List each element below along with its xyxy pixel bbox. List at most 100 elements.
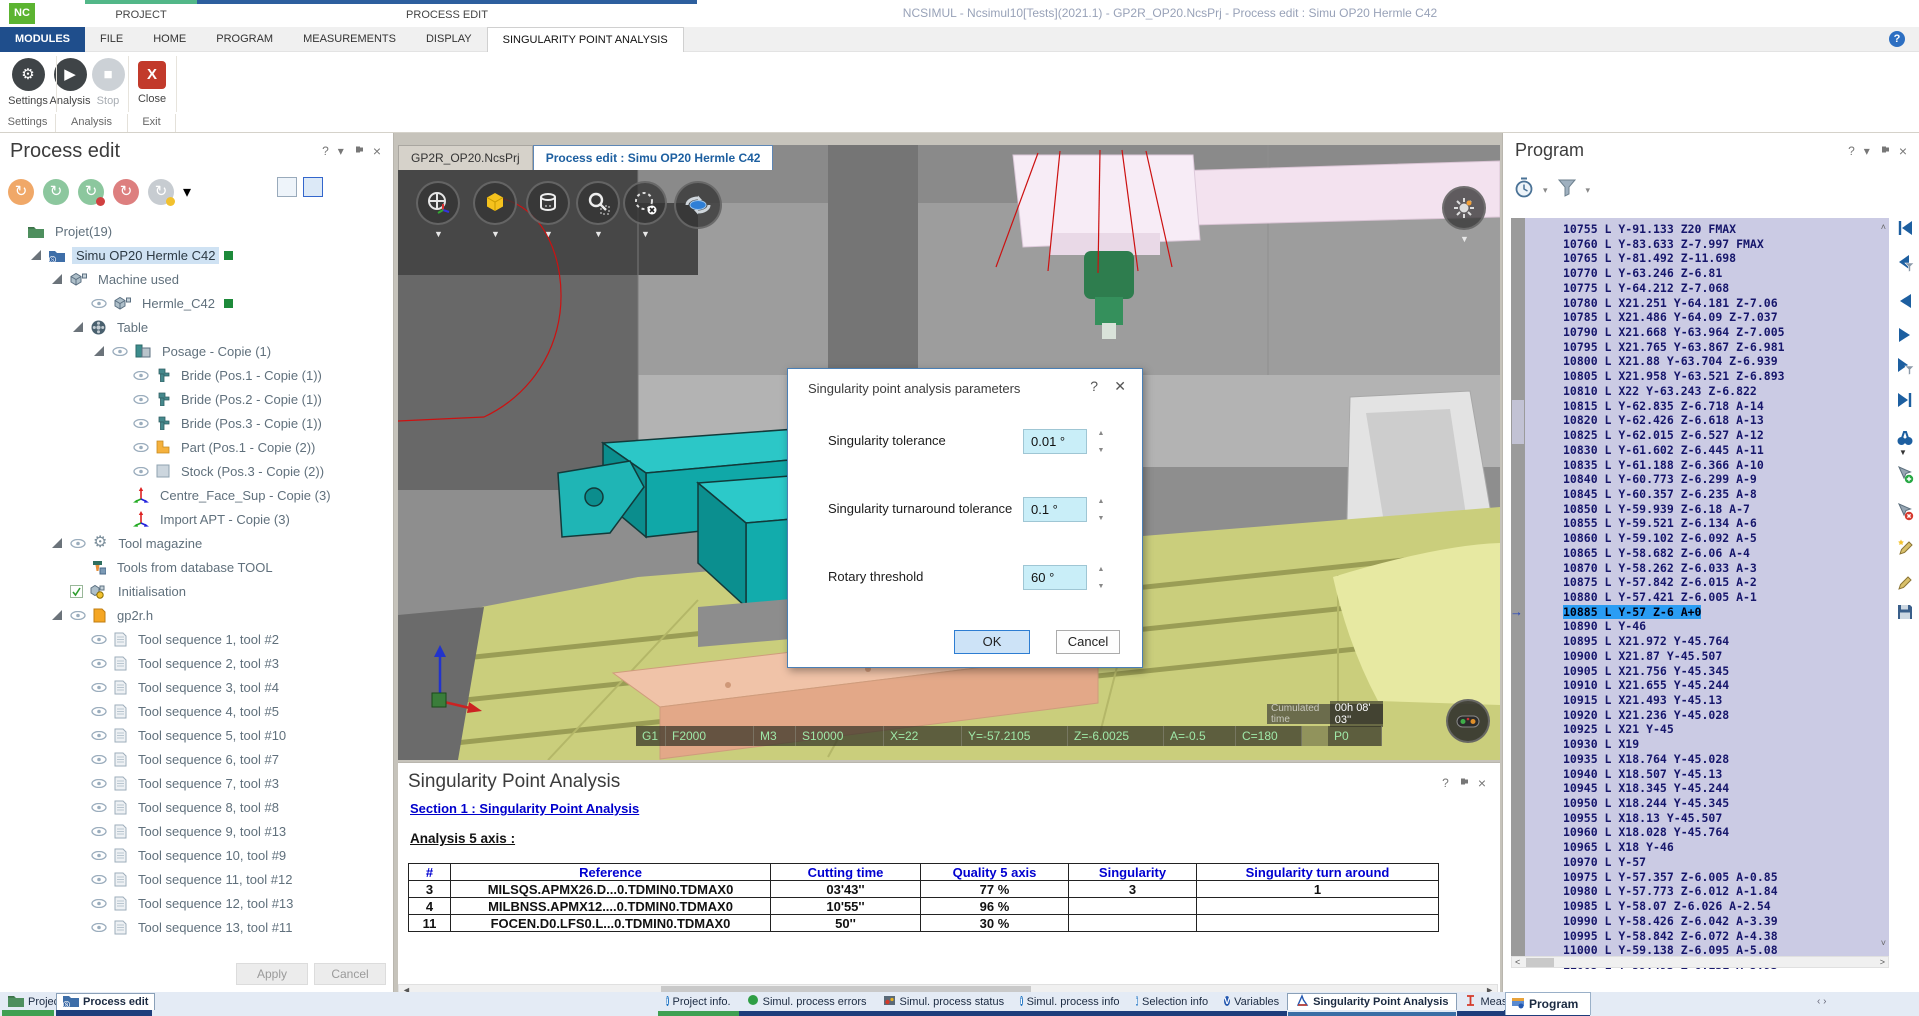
program-line[interactable]: 10795 L X21.765 Y-63.867 Z-6.981 xyxy=(1527,340,1883,355)
turnaround-tolerance-input[interactable]: 0.1 ° xyxy=(1023,497,1087,522)
program-line[interactable]: 10975 L Y-57.357 Z-6.005 A-0.85 xyxy=(1527,870,1883,885)
menu-tab-measurements[interactable]: MEASUREMENTS xyxy=(288,27,411,52)
program-line[interactable]: 10890 L Y-46 xyxy=(1527,619,1883,634)
eye-icon[interactable] xyxy=(133,371,149,380)
step-forward-button[interactable] xyxy=(1895,325,1915,345)
tree-item-tool-sequence-3-tool-4[interactable]: Tool sequence 3, tool #4 xyxy=(0,675,392,699)
chevron-down-icon[interactable]: ▼ xyxy=(491,229,500,239)
program-line-selected[interactable]: 10885 L Y-57 Z-6 A+0 xyxy=(1527,605,1883,620)
tree-item-tool-sequence-2-tool-3[interactable]: Tool sequence 2, tool #3 xyxy=(0,651,392,675)
program-line[interactable]: 10755 L Y-91.133 Z20 FMAX xyxy=(1527,222,1883,237)
settings-button[interactable]: ⚙Settings xyxy=(6,58,50,107)
menu-tab-home[interactable]: HOME xyxy=(138,27,201,52)
program-line[interactable]: 10845 L Y-60.357 Z-6.235 A-8 xyxy=(1527,487,1883,502)
close-button[interactable]: XClose xyxy=(130,58,174,105)
eye-icon[interactable] xyxy=(70,611,86,620)
program-line[interactable]: 10870 L Y-58.262 Z-6.033 A-3 xyxy=(1527,561,1883,576)
tree-item-tool-sequence-11-tool-12[interactable]: Tool sequence 11, tool #12 xyxy=(0,867,392,891)
panel-help-icon[interactable]: ? xyxy=(322,144,329,158)
program-line[interactable]: 10920 L X21.236 Y-45.028 xyxy=(1527,708,1883,723)
display-options-button[interactable] xyxy=(1442,186,1486,230)
solid-view-button[interactable] xyxy=(473,181,517,225)
edit-button[interactable] xyxy=(1895,572,1915,592)
modules-button[interactable]: MODULES xyxy=(0,27,85,52)
pin-icon[interactable] xyxy=(1458,776,1469,790)
tree-item-bride-pos-1-copie-1[interactable]: Bride (Pos.1 - Copie (1)) xyxy=(0,363,392,387)
program-line[interactable]: 10875 L Y-57.842 Z-6.015 A-2 xyxy=(1527,575,1883,590)
reset-pin-green-icon[interactable]: ↻ xyxy=(78,179,104,205)
tree-item-tools-from-database-tool[interactable]: Tools from database TOOL xyxy=(0,555,392,579)
panel-help-icon[interactable]: ? xyxy=(1442,776,1449,790)
eye-icon[interactable] xyxy=(91,875,107,884)
search-button[interactable] xyxy=(1895,428,1915,448)
scroll-left-icon[interactable]: < xyxy=(1515,957,1520,968)
program-line[interactable]: 10965 L X18 Y-46 xyxy=(1527,840,1883,855)
tab-simul-process-info[interactable]: iSimul. process info xyxy=(1012,993,1127,1010)
program-line[interactable]: 10855 L Y-59.521 Z-6.134 A-6 xyxy=(1527,516,1883,531)
program-line[interactable]: 10995 L Y-58.842 Z-6.072 A-4.38 xyxy=(1527,929,1883,944)
eye-icon[interactable] xyxy=(112,347,128,356)
tree-item-initialisation[interactable]: Initialisation xyxy=(0,579,392,603)
forward-filtered-button[interactable] xyxy=(1895,356,1915,376)
program-line[interactable]: 10850 L Y-59.939 Z-6.18 A-7 xyxy=(1527,502,1883,517)
stock-view-button[interactable] xyxy=(526,181,570,225)
chevron-down-icon[interactable]: ▼ xyxy=(641,229,650,239)
scroll-down-icon[interactable]: ˅ xyxy=(1881,938,1886,948)
program-line[interactable]: 10880 L Y-57.421 Z-6.005 A-1 xyxy=(1527,590,1883,605)
program-line[interactable]: 10910 L X21.655 Y-45.244 xyxy=(1527,678,1883,693)
rotate-view-button[interactable] xyxy=(674,181,722,229)
program-line[interactable]: 10765 L Y-81.492 Z-11.698 xyxy=(1527,251,1883,266)
checkbox-icon[interactable] xyxy=(70,585,83,598)
program-line[interactable]: 10825 L Y-62.015 Z-6.527 A-12 xyxy=(1527,428,1883,443)
menu-tab-singularity-point-analysis[interactable]: SINGULARITY POINT ANALYSIS xyxy=(487,27,684,52)
menu-tab-file[interactable]: FILE xyxy=(85,27,138,52)
list-view-icon[interactable] xyxy=(277,177,297,197)
eye-icon[interactable] xyxy=(91,899,107,908)
clock-icon[interactable] xyxy=(1513,177,1535,204)
rotary-threshold-input[interactable]: 60 ° xyxy=(1023,565,1087,590)
tree-item-hermle-c42[interactable]: Hermle_C42 xyxy=(0,291,392,315)
tree-item-tool-magazine[interactable]: ⚙Tool magazine xyxy=(0,531,392,555)
tab-project-info[interactable]: iProject info. xyxy=(658,993,739,1010)
filter-icon[interactable] xyxy=(1556,177,1578,204)
viewport-tab-gp2r-op20-ncsprj[interactable]: GP2R_OP20.NcsPrj xyxy=(398,145,533,170)
program-line[interactable]: 10770 L Y-63.246 Z-6.81 xyxy=(1527,266,1883,281)
pin-icon[interactable] xyxy=(1879,144,1890,158)
eye-icon[interactable] xyxy=(91,827,107,836)
controller-button[interactable] xyxy=(1446,699,1490,743)
program-line[interactable]: 10950 L X18.244 Y-45.345 xyxy=(1527,796,1883,811)
eye-icon[interactable] xyxy=(133,395,149,404)
help-icon[interactable]: ? xyxy=(1889,31,1905,47)
program-line[interactable]: 10980 L Y-57.773 Z-6.012 A-1.84 xyxy=(1527,884,1883,899)
program-line[interactable]: 10935 L X18.764 Y-45.028 xyxy=(1527,752,1883,767)
dialog-close-icon[interactable]: ✕ xyxy=(1114,378,1126,395)
tab-simul-process-status[interactable]: Simul. process status xyxy=(875,993,1013,1010)
tree-item-bride-pos-3-copie-1[interactable]: Bride (Pos.3 - Copie (1)) xyxy=(0,411,392,435)
tree-item-tool-sequence-6-tool-7[interactable]: Tool sequence 6, tool #7 xyxy=(0,747,392,771)
tab-singularity-point-analysis[interactable]: Singularity Point Analysis xyxy=(1287,993,1457,1010)
eye-icon[interactable] xyxy=(91,635,107,644)
tree-item-centre-face-sup-copie-3[interactable]: Centre_Face_Sup - Copie (3) xyxy=(0,483,392,507)
expand-toggle-icon[interactable] xyxy=(52,538,62,548)
reset-gear-gray-icon[interactable]: ↻ xyxy=(148,179,174,205)
program-line[interactable]: 10810 L X22 Y-63.243 Z-6.822 xyxy=(1527,384,1883,399)
expand-toggle-icon[interactable] xyxy=(94,346,104,356)
program-list[interactable]: → 10755 L Y-91.133 Z20 FMAX10760 L Y-83.… xyxy=(1511,218,1889,968)
expand-toggle-icon[interactable] xyxy=(52,610,62,620)
rewind-filtered-button[interactable] xyxy=(1895,253,1915,273)
scroll-thumb[interactable] xyxy=(1526,958,1554,967)
close-icon[interactable]: × xyxy=(373,143,381,159)
pin-icon[interactable] xyxy=(353,144,364,158)
tree-item-stock-pos-3-copie-2[interactable]: Stock (Pos.3 - Copie (2)) xyxy=(0,459,392,483)
tree-item-projet-19[interactable]: Projet(19) xyxy=(0,219,392,243)
eye-icon[interactable] xyxy=(91,755,107,764)
program-line[interactable]: 10820 L Y-62.426 Z-6.618 A-13 xyxy=(1527,413,1883,428)
ok-button[interactable]: OK xyxy=(954,630,1030,654)
eye-icon[interactable] xyxy=(91,803,107,812)
viewport-tab-process-edit-simu-op20-hermle-c42[interactable]: Process edit : Simu OP20 Hermle C42 xyxy=(533,145,774,170)
program-line[interactable]: 10905 L X21.756 Y-45.345 xyxy=(1527,664,1883,679)
tree-item-tool-sequence-9-tool-13[interactable]: Tool sequence 9, tool #13 xyxy=(0,819,392,843)
rotary-threshold-spinner[interactable]: ▲▼ xyxy=(1094,566,1108,590)
singularity-tolerance-spinner[interactable]: ▲▼ xyxy=(1094,430,1108,454)
program-line[interactable]: 10800 L X21.88 Y-63.704 Z-6.939 xyxy=(1527,354,1883,369)
